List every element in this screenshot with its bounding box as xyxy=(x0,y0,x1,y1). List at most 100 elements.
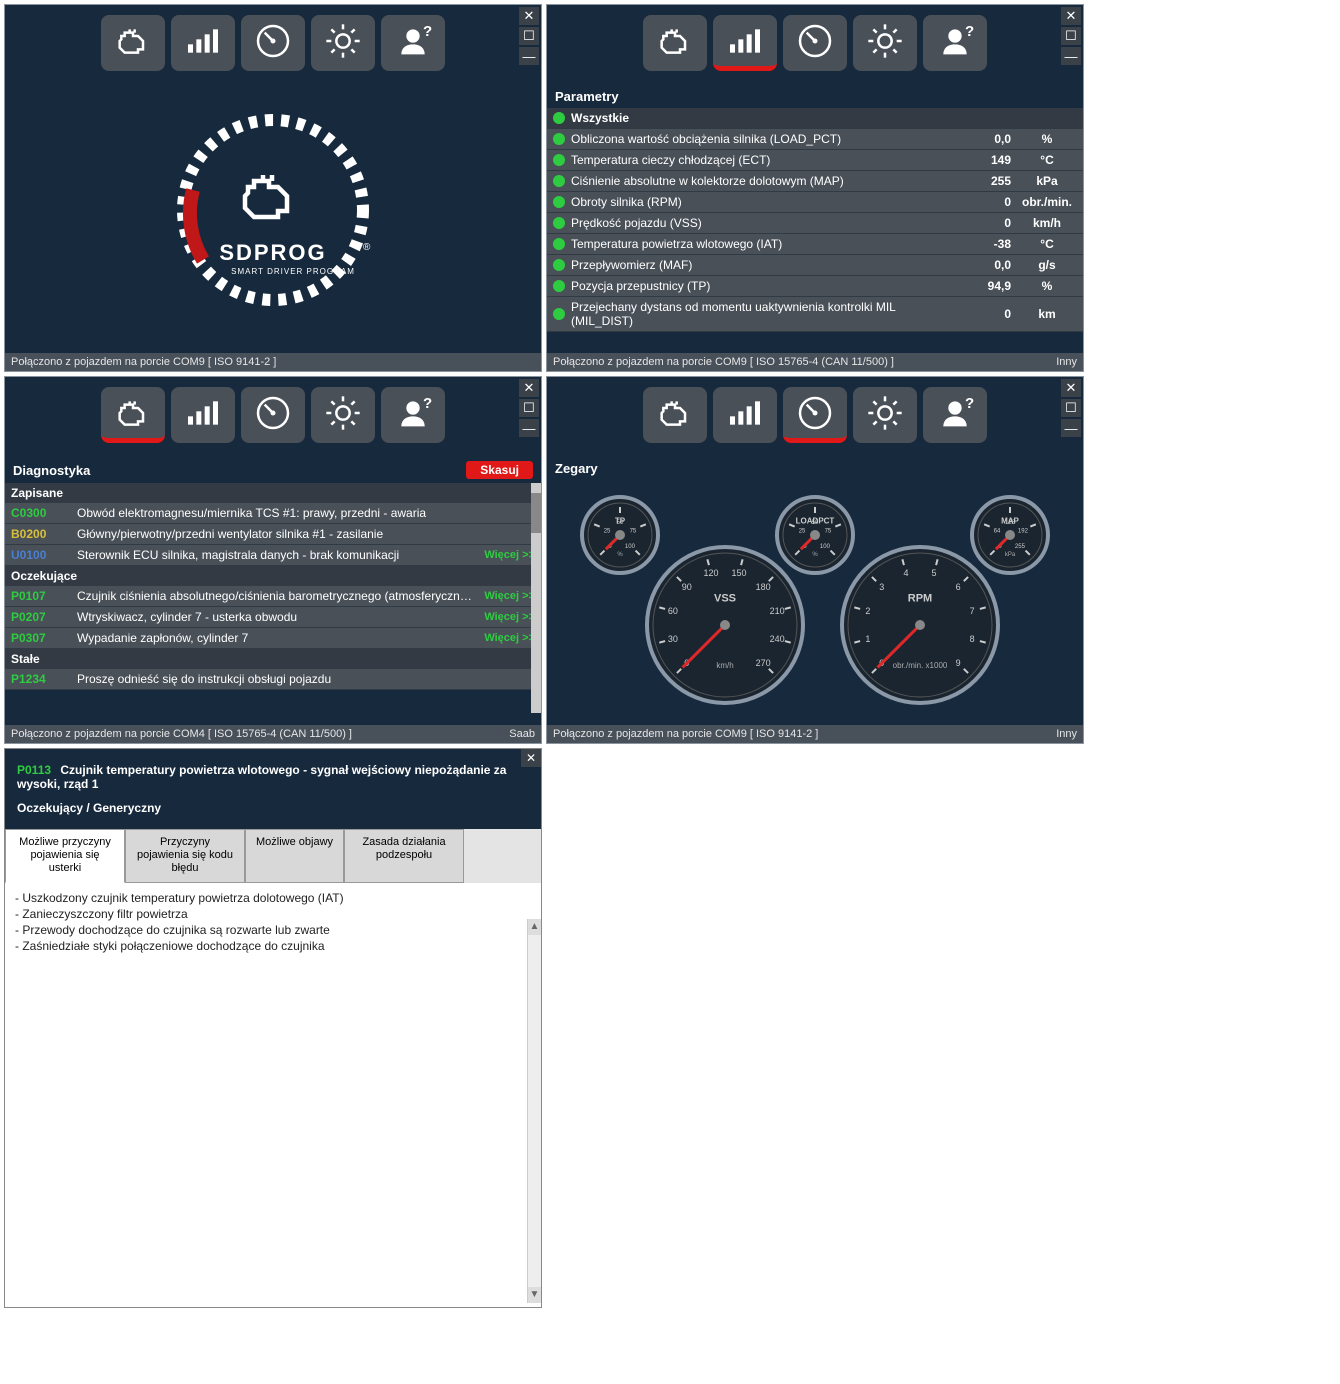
status-left: Połączono z pojazdem na porcie COM9 [ IS… xyxy=(553,728,818,740)
detail-tab[interactable]: Przyczyny pojawienia się kodu błędu xyxy=(125,829,245,883)
status-text: Połączono z pojazdem na porcie COM9 [ IS… xyxy=(11,356,276,368)
dtc-row[interactable]: P1234 Proszę odnieść się do instrukcji o… xyxy=(5,669,541,690)
section-title: Parametry xyxy=(547,85,1083,108)
param-row[interactable]: Obliczona wartość obciążenia silnika (LO… xyxy=(547,129,1083,150)
more-link[interactable]: Więcej >> xyxy=(484,549,535,561)
clear-button[interactable]: Skasuj xyxy=(466,461,533,479)
param-row[interactable]: Temperatura cieczy chłodzącej (ECT) 149 … xyxy=(547,150,1083,171)
dtc-code: P0107 xyxy=(11,589,71,603)
tab-gauges[interactable] xyxy=(783,15,847,71)
detail-tab[interactable]: Możliwe przyczyny pojawienia się usterki xyxy=(5,829,125,883)
close-button[interactable]: ✕ xyxy=(1061,7,1081,25)
param-name: Temperatura cieczy chłodzącej (ECT) xyxy=(571,153,945,167)
minimize-button[interactable]: — xyxy=(519,47,539,65)
bars-icon xyxy=(725,21,765,61)
tab-params[interactable] xyxy=(171,387,235,443)
panel-diagnostics: ✕ ☐ — Diagnostyka Skasuj ZapisaneC0300 O… xyxy=(4,376,542,744)
minimize-button[interactable]: — xyxy=(1061,47,1081,65)
param-row[interactable]: Obroty silnika (RPM) 0 obr./min. xyxy=(547,192,1083,213)
tab-gauges[interactable] xyxy=(783,387,847,443)
dtc-row[interactable]: P0307 Wypadanie zapłonów, cylinder 7 Wię… xyxy=(5,628,541,649)
gauge: 0255075100TP% xyxy=(582,497,658,573)
tab-gauges[interactable] xyxy=(241,387,305,443)
tab-params[interactable] xyxy=(713,387,777,443)
more-link[interactable]: Więcej >> xyxy=(484,611,535,623)
param-row[interactable]: Prędkość pojazdu (VSS) 0 km/h xyxy=(547,213,1083,234)
tab-params[interactable] xyxy=(713,15,777,71)
svg-text:210: 210 xyxy=(770,606,785,616)
dtc-desc: Obwód elektromagnesu/miernika TCS #1: pr… xyxy=(77,506,535,520)
dtc-desc: Wypadanie zapłonów, cylinder 7 xyxy=(77,631,478,645)
scroll-down[interactable]: ▼ xyxy=(528,1287,541,1303)
detail-tab[interactable]: Możliwe objawy xyxy=(245,829,344,883)
close-button[interactable]: ✕ xyxy=(519,7,539,25)
tab-engine[interactable] xyxy=(643,15,707,71)
gauge: 0255075100LOADPCT% xyxy=(777,497,853,573)
svg-text:7: 7 xyxy=(970,606,975,616)
maximize-button[interactable]: ☐ xyxy=(1061,399,1081,417)
more-link[interactable]: Więcej >> xyxy=(484,632,535,644)
status-dot xyxy=(553,259,565,271)
svg-text:1: 1 xyxy=(865,634,870,644)
scrollbar[interactable]: ▲ ▼ xyxy=(527,919,541,1303)
dtc-row[interactable]: U0100 Sterownik ECU silnika, magistrala … xyxy=(5,545,541,566)
param-name: Prędkość pojazdu (VSS) xyxy=(571,216,945,230)
scroll-up[interactable]: ▲ xyxy=(528,919,541,935)
param-row-all[interactable]: Wszystkie xyxy=(547,108,1083,129)
help-icon xyxy=(935,21,975,61)
dtc-row[interactable]: P0107 Czujnik ciśnienia absolutnego/ciśn… xyxy=(5,586,541,607)
dtc-row[interactable]: B0200 Główny/pierwotny/przedni wentylato… xyxy=(5,524,541,545)
dtc-row[interactable]: C0300 Obwód elektromagnesu/miernika TCS … xyxy=(5,503,541,524)
panel-params: ✕ ☐ — Parametry Wszystkie Obliczona wart… xyxy=(546,4,1084,372)
gear-icon xyxy=(865,393,905,433)
minimize-button[interactable]: — xyxy=(519,419,539,437)
tab-content: - Uszkodzony czujnik temperatury powietr… xyxy=(5,883,541,963)
tab-engine[interactable] xyxy=(101,15,165,71)
dtc-code: B0200 xyxy=(11,527,71,541)
param-name: Ciśnienie absolutne w kolektorze dolotow… xyxy=(571,174,945,188)
tab-help[interactable] xyxy=(381,387,445,443)
close-button[interactable]: ✕ xyxy=(519,379,539,397)
minimize-button[interactable]: — xyxy=(1061,419,1081,437)
maximize-button[interactable]: ☐ xyxy=(519,27,539,45)
toolbar xyxy=(5,5,541,85)
param-row[interactable]: Pozycja przepustnicy (TP) 94,9 % xyxy=(547,276,1083,297)
tab-gauges[interactable] xyxy=(241,15,305,71)
param-row[interactable]: Ciśnienie absolutne w kolektorze dolotow… xyxy=(547,171,1083,192)
svg-text:25: 25 xyxy=(604,529,611,535)
tab-engine[interactable] xyxy=(101,387,165,443)
param-row[interactable]: Przejechany dystans od momentu uaktywnie… xyxy=(547,297,1083,332)
tab-engine[interactable] xyxy=(643,387,707,443)
tab-settings[interactable] xyxy=(311,15,375,71)
scrollbar[interactable] xyxy=(531,483,541,713)
more-link[interactable]: Więcej >> xyxy=(484,590,535,602)
status-dot xyxy=(553,238,565,250)
maximize-button[interactable]: ☐ xyxy=(1061,27,1081,45)
svg-text:30: 30 xyxy=(668,634,678,644)
tab-help[interactable] xyxy=(923,387,987,443)
tab-help[interactable] xyxy=(381,15,445,71)
dtc-desc: Wtryskiwacz, cylinder 7 - usterka obwodu xyxy=(77,610,478,624)
status-bar: Połączono z pojazdem na porcie COM9 [ IS… xyxy=(5,353,541,371)
param-unit: °C xyxy=(1017,237,1077,251)
scrollbar-thumb[interactable] xyxy=(531,493,541,533)
close-button[interactable]: ✕ xyxy=(1061,379,1081,397)
tab-bar: Możliwe przyczyny pojawienia się usterki… xyxy=(5,829,541,883)
status-dot xyxy=(553,280,565,292)
maximize-button[interactable]: ☐ xyxy=(519,399,539,417)
close-button[interactable]: ✕ xyxy=(521,749,541,767)
svg-text:8: 8 xyxy=(970,634,975,644)
svg-text:VSS: VSS xyxy=(714,593,736,605)
param-row[interactable]: Przepływomierz (MAF) 0,0 g/s xyxy=(547,255,1083,276)
tab-help[interactable] xyxy=(923,15,987,71)
param-row[interactable]: Temperatura powietrza wlotowego (IAT) -3… xyxy=(547,234,1083,255)
svg-text:2: 2 xyxy=(865,606,870,616)
detail-tab[interactable]: Zasada działania podzespołu xyxy=(344,829,464,883)
tab-settings[interactable] xyxy=(311,387,375,443)
dtc-row[interactable]: P0207 Wtryskiwacz, cylinder 7 - usterka … xyxy=(5,607,541,628)
logo-title: SDPROG xyxy=(219,240,326,265)
tab-params[interactable] xyxy=(171,15,235,71)
tab-settings[interactable] xyxy=(853,15,917,71)
svg-text:90: 90 xyxy=(682,582,692,592)
tab-settings[interactable] xyxy=(853,387,917,443)
